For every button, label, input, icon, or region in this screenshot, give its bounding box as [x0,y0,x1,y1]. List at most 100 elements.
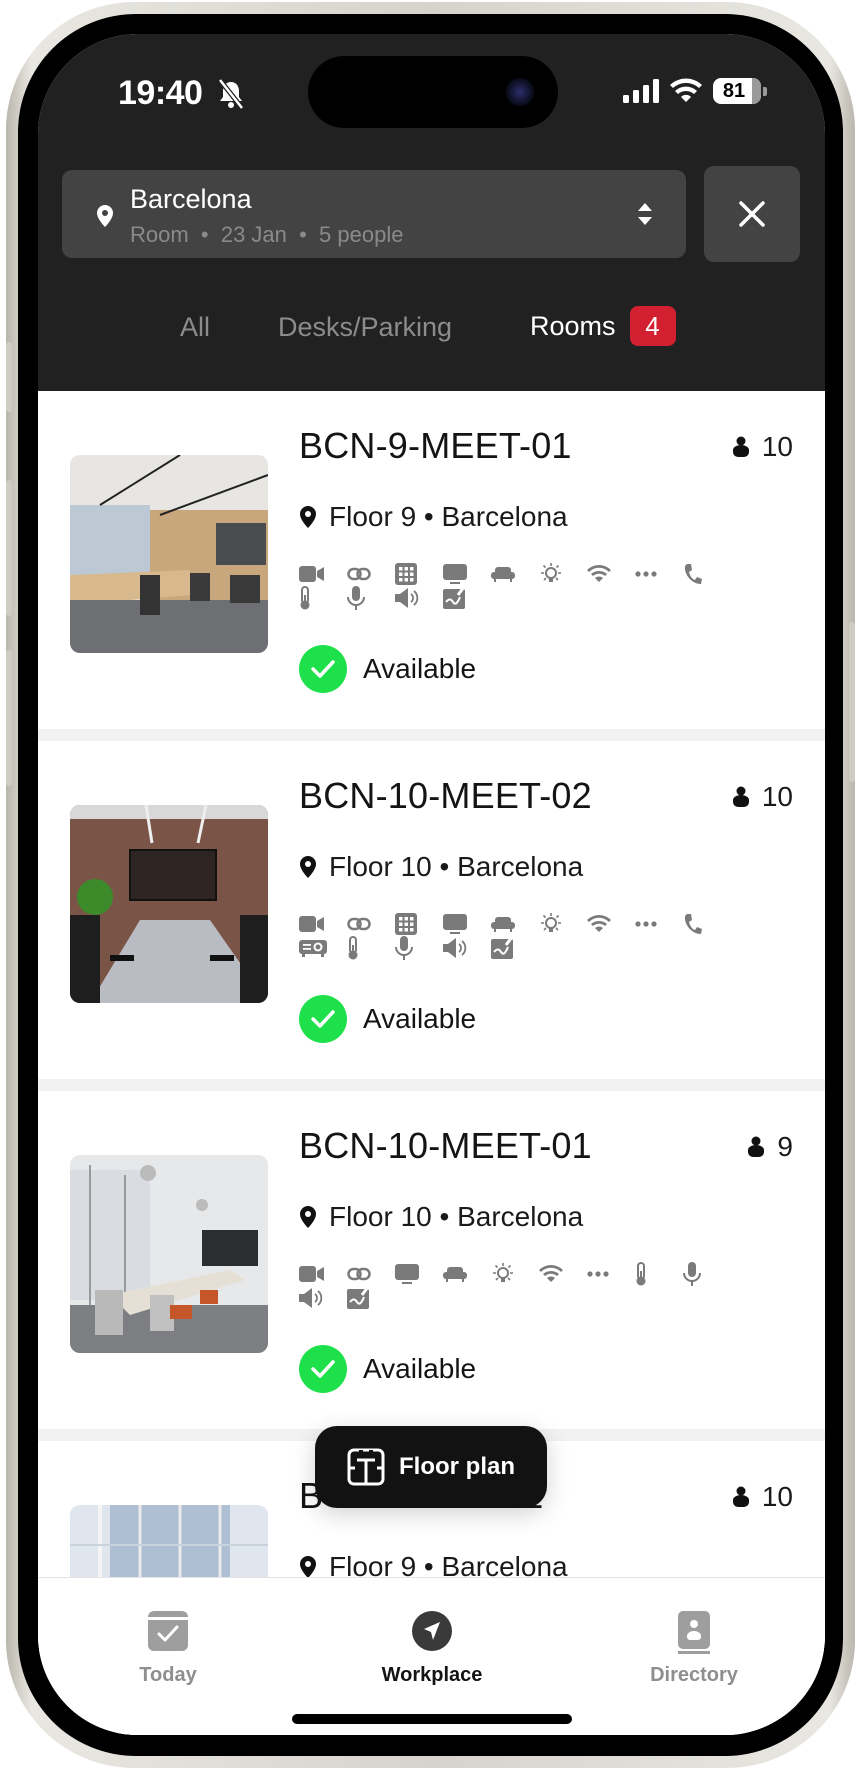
display-icon [443,913,491,935]
person-icon [732,436,749,457]
nav-today[interactable]: Today [68,1610,268,1687]
cellular-signal-icon [623,79,659,103]
wifi-icon [539,1263,587,1285]
wifi-icon [670,78,702,102]
microphone-icon [395,936,443,960]
tab-rooms[interactable]: Rooms 4 [530,306,676,348]
more-icon [635,563,683,585]
bell-slash-icon [218,78,244,110]
wifi-icon [587,913,635,935]
thermometer-icon [635,1262,683,1286]
camera-icon [506,78,534,106]
category-tabs: All Desks/Parking Rooms 4 [38,306,825,362]
room-card[interactable]: BCN-9-MEET-01 10 Floor 9 • Barcelona Ava… [38,391,825,741]
capacity-value: 10 [761,431,793,462]
nav-directory[interactable]: Directory [594,1610,794,1687]
contact-book-icon [678,1611,710,1654]
navigation-arrow-icon [412,1611,452,1651]
display-icon [395,1263,443,1285]
volume-up-button [6,480,12,616]
microphone-icon [347,586,395,610]
nav-workplace-label: Workplace [381,1664,483,1686]
room-photo [70,1155,268,1353]
status-indicators: 81 [623,78,767,104]
room-location: Floor 10 • Barcelona [299,851,583,883]
microphone-icon [683,1262,731,1286]
location-pin-icon [300,506,316,528]
speaker-icon [299,1287,347,1309]
sort-updown-icon[interactable] [636,202,654,226]
video-camera-icon [299,913,347,935]
tab-all[interactable]: All [180,312,210,343]
thermometer-icon [347,936,395,960]
check-circle-icon [299,995,347,1043]
volume-down-button [6,650,12,786]
room-location: Floor 10 • Barcelona [299,1201,583,1233]
video-camera-icon [299,1263,347,1285]
room-capacity: 10 [732,1481,793,1513]
nav-today-label: Today [139,1664,197,1686]
status-text: Available [363,1353,477,1384]
dynamic-island [308,56,558,128]
display-icon [443,563,491,585]
room-list: BCN-9-MEET-01 10 Floor 9 • Barcelona Ava… [38,391,825,1735]
battery-indicator: 81 [713,78,761,104]
keypad-icon [395,563,443,585]
room-name: BCN-10-MEET-01 [299,1125,592,1166]
nav-workplace[interactable]: Workplace [332,1610,532,1687]
battery-tip [763,86,767,96]
sofa-icon [491,913,539,935]
room-photo [70,455,268,653]
room-location: Floor 9 • Barcelona [299,501,568,533]
bottom-navigation: Today Workplace Directory [38,1577,825,1735]
search-summary-field[interactable]: Barcelona Room • 23 Jan • 5 people [62,170,686,258]
home-indicator [292,1714,572,1724]
person-icon [732,1486,749,1507]
projector-icon [299,937,347,959]
keypad-icon [395,913,443,935]
location-pin-icon [300,856,316,878]
floor-plan-button[interactable]: Floor plan [315,1426,547,1508]
calendar-check-icon [148,1611,188,1651]
tab-desks-parking[interactable]: Desks/Parking [278,312,452,343]
more-icon [635,913,683,935]
rooms-count-badge: 4 [629,306,676,346]
tab-all-label: All [180,312,211,342]
battery-percent: 81 [722,79,746,102]
wifi-icon [587,563,635,585]
speaker-icon [395,587,443,609]
room-card[interactable]: BCN-10-MEET-01 9 Floor 10 • Barcelona Av… [38,1091,825,1441]
capacity-value: 9 [777,1131,793,1162]
screen: 19:40 81 Barcelona Room • 23 Jan • 5 peo… [38,34,825,1735]
person-icon [748,1136,765,1157]
phone-icon [683,913,731,935]
whiteboard-icon [443,587,491,609]
person-icon [732,786,749,807]
location-text: Floor 10 • Barcelona [329,851,584,882]
capacity-value: 10 [761,781,793,812]
status-text: Available [363,653,477,684]
amenity-list [299,1262,769,1309]
floor-plan-label: Floor plan [399,1453,515,1480]
power-button [849,622,855,782]
check-circle-icon [299,645,347,693]
link-icon [347,563,395,585]
check-circle-icon [299,1345,347,1393]
video-camera-icon [299,563,347,585]
tab-desks-parking-label: Desks/Parking [278,312,453,342]
search-summary: Room • 23 Jan • 5 people [130,222,404,247]
close-button[interactable] [704,166,800,262]
availability-status: Available [299,995,476,1043]
light-bulb-icon [539,913,587,935]
whiteboard-icon [491,937,539,959]
sofa-icon [491,563,539,585]
capacity-value: 10 [761,1481,793,1512]
light-bulb-icon [539,563,587,585]
location-pin-icon [300,1556,316,1578]
location-text: Floor 9 • Barcelona [329,501,568,532]
tab-rooms-label: Rooms [530,311,616,342]
room-card[interactable]: BCN-10-MEET-02 10 Floor 10 • Barcelona A… [38,741,825,1091]
light-bulb-icon [491,1263,539,1285]
whiteboard-icon [347,1287,395,1309]
more-icon [587,1263,635,1285]
